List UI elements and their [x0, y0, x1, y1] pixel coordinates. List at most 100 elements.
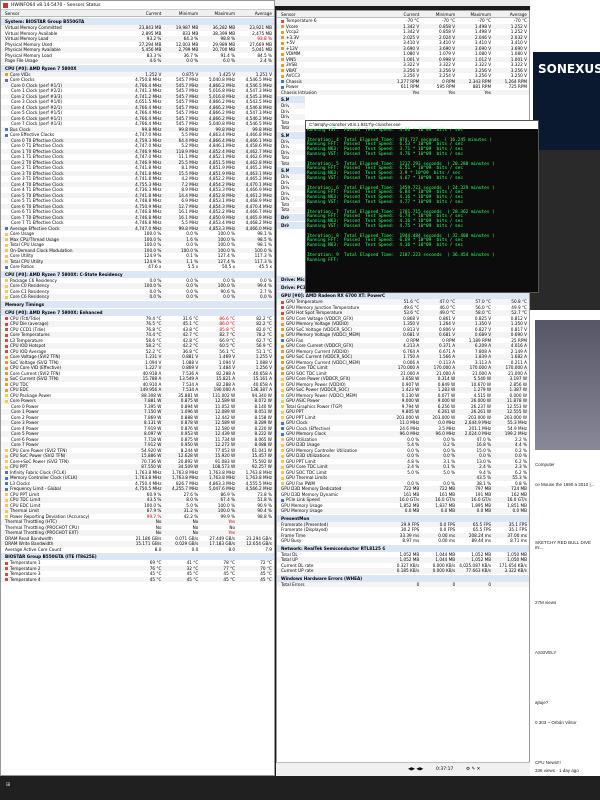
sensor-group-header[interactable]: Memory Timings [1, 300, 274, 308]
smart-list: S.M.A.R.T.: NDrive TemperatureDrive Fail… [277, 95, 305, 275]
sensor-name: Core 3 Clock (perf #1/0) [11, 99, 63, 104]
video-card-text[interactable]: 0.303 ~ Orbán Viktor [535, 720, 600, 725]
col-maximum-right[interactable]: Maximum [457, 11, 493, 17]
col-minimum-right[interactable]: Minimum [421, 11, 457, 17]
sensor-group-header[interactable]: CPU [#0]: AMD Ryzen 7 5800X: C-State Res… [1, 270, 274, 278]
sensor-group-header[interactable]: S.M.A.R.T.: S [277, 167, 305, 174]
sensor-group-header[interactable]: Drive: SAMSU [277, 221, 305, 229]
sensor-name: GPU Clock (Effective) [286, 425, 331, 431]
sensor-type-icon [5, 333, 8, 337]
sensor-label: BIOSTAR Group B550GTA (ITE IT8625E) [1, 553, 127, 560]
hwinfo-window-left[interactable]: HWiNFO64 v8.14-5470 - Sensors Status Sen… [0, 0, 275, 776]
sensor-name: Temperature 1 [10, 560, 41, 565]
sensor-group-header[interactable]: CPU [#0]: AMD Ryzen 7 5800X: Enhanced [1, 308, 274, 316]
sensor-type-icon [281, 52, 284, 56]
sensor-row[interactable]: Page File Usage 4.6 % 0.0 % 6.0 % 2.4 % [1, 58, 274, 64]
col-average[interactable]: Average [237, 10, 274, 16]
sensor-name: Drive: SAMSU [281, 222, 289, 228]
sensor-name: CPU [#0]: AMD Ryzen 7 5800X [5, 65, 77, 71]
sensor-name: Chassis Intrusion [281, 89, 317, 95]
sensor-group-header[interactable]: System: BIOSTAR Group B550GTA [1, 18, 274, 25]
sensor-name: Drive Failure [281, 190, 289, 196]
sensor-type-icon [5, 265, 8, 269]
video-card-text[interactable]: 336 views · 1 day ago [535, 768, 600, 773]
col-current-right[interactable]: Current [385, 11, 421, 17]
sensor-type-icon [5, 465, 8, 469]
sensor-group-header[interactable]: Network: RealTek Semiconductor RTL8125 G… [277, 544, 529, 552]
video-player[interactable] [530, 150, 600, 310]
sensor-row[interactable]: GPU Memory Usage 0.0 MB 0.0 MB 0.0 MB 0.0 MB [277, 508, 529, 514]
sensor-name: Thermal Throttling (PROCHOT EXT) [5, 530, 79, 535]
video-card-text[interactable]: ajtuje? [535, 700, 600, 705]
sensor-row[interactable]: Total Errors 0 0 0 [277, 581, 529, 587]
sensor-type-icon [281, 25, 284, 28]
col-average-right[interactable]: Average [493, 11, 529, 17]
sensor-name: Core 3 Power [11, 420, 39, 425]
sensor-type-icon [281, 306, 284, 309]
news-banner: SONEXUS [533, 52, 600, 152]
sensor-type-icon [5, 232, 8, 236]
sensor-name: GPU PPT [286, 409, 304, 414]
sensor-list-right-bottom: Drive: Micron_2300_MTFDHBA512TCK (194925… [277, 276, 529, 587]
sensor-group-header[interactable]: BIOSTAR Group B550GTA (ITE IT8625E) [1, 553, 274, 560]
video-card-text[interactable]: CPU News!!! [535, 760, 600, 765]
video-card-text[interactable]: SKETCHY RED BULL DIVE IN... [535, 540, 600, 550]
video-thumbnail[interactable] [535, 320, 600, 450]
video-card-text[interactable]: Computer [535, 462, 600, 467]
statusbar-icons[interactable]: ⚙ ✎ ✕ [466, 763, 480, 777]
col-minimum[interactable]: Minimum [163, 10, 200, 16]
news-logo: SONEXUS [538, 62, 600, 76]
sensor-row[interactable]: Core C6 Residency 0.0 % 0.0 % 0.0 % 0.0 % [1, 294, 274, 300]
video-card-text[interactable]: ASSIVELY [535, 650, 600, 655]
sensor-group-header[interactable]: S.M.A.R.T.: S [277, 131, 305, 139]
sensor-type-icon [5, 295, 8, 299]
sensor-group-header[interactable]: PresentMon [277, 514, 529, 522]
sensor-label: Temperature 4 [1, 577, 127, 583]
sensor-type-icon [281, 416, 284, 419]
video-card-text[interactable]: ce Mouse the 1990 a 2010 |... [535, 482, 600, 487]
sensor-name: GPU D3D Usage [286, 442, 320, 447]
sensor-name: Core 2 Power [11, 414, 39, 420]
sensor-row[interactable]: Total Host Reads [277, 160, 305, 166]
col-sensor-right[interactable]: Sensor [277, 11, 385, 17]
sensor-name: Total Host Reads [281, 207, 289, 212]
sensor-group-header[interactable]: S.M.A.R.T.: N [277, 96, 305, 103]
sensor-row[interactable]: Total Host Reads [277, 125, 305, 131]
sensor-label: Total Host Reads [277, 125, 289, 131]
sensor-type-icon [5, 482, 8, 485]
sensor-group-header[interactable]: CPU [#0]: AMD Ryzen 7 5800X [1, 64, 274, 72]
sensor-type-icon [5, 279, 8, 282]
sensor-type-icon [5, 344, 8, 348]
sensor-type-icon [281, 377, 284, 381]
sensor-row[interactable]: Temperature 4 45 °C 45 °C 45 °C 45 °C [1, 576, 274, 583]
y-cruncher-console[interactable]: C:\temp\y-cruncher v0.8.1.9317\y-crunche… [305, 120, 539, 293]
sensor-row[interactable]: GPU Busy 8.97 ms 0.00 ms 89.44 ms 8.71 ms [277, 538, 529, 544]
col-sensor[interactable]: Sensor [1, 10, 127, 16]
sensor-group-header[interactable]: GPU [#0]: AMD Radeon RX 6700 XT: PowerCo… [277, 292, 529, 299]
sensor-type-icon [5, 339, 8, 342]
sensor-row[interactable]: Current UP rate 0.185 KB/s 0.000 KB/s 77.66… [277, 568, 529, 574]
sensor-name: GPU Memory Current (VDDIO) [286, 348, 349, 354]
value-minimum: 45 °C [186, 576, 199, 582]
sensor-label: Current UP rate [277, 568, 385, 574]
sensor-row[interactable]: Average Active Core Count 8.0 0.0 8.0 7.9 [1, 547, 274, 553]
hwinfo-column-header[interactable]: Sensor Current Minimum Maximum Average [1, 10, 274, 17]
sensor-group-header[interactable]: Windows Hardware Errors (WHEA) [277, 574, 529, 582]
sensor-type-icon [5, 561, 8, 565]
video-card-text[interactable]: 27M views [535, 600, 600, 605]
col-maximum[interactable]: Maximum [200, 10, 237, 16]
sensor-name: Core 6 Clock (perf #1/1) [11, 115, 63, 121]
sensor-row[interactable]: Total Host Reads [277, 207, 305, 213]
start-icon[interactable]: ⊞ [6, 782, 10, 788]
sensor-name: Virtual Memory Available [5, 30, 58, 36]
sensor-group-header[interactable]: Drive: Hitachi [277, 213, 305, 221]
value-maximum: 50.5 x [221, 264, 236, 269]
sensor-name: Frequency Limit - Global [10, 486, 61, 491]
col-current[interactable]: Current [127, 10, 164, 16]
hwinfo-column-header-right[interactable]: Sensor Current Minimum Maximum Average [277, 11, 529, 18]
sensor-row[interactable]: Chassis Intrusion Yes Yes Yes [277, 89, 529, 95]
arrows-icon[interactable]: ◀▶ ◀▶ [408, 763, 423, 777]
sensor-name: GPU Memory Power (VDDIO) [286, 381, 346, 387]
sensor-row[interactable]: Core Ratios 47.6 x 5.5 x 50.5 x 45.5 x [1, 264, 274, 270]
sensor-name: Physical Memory Available [5, 47, 61, 52]
